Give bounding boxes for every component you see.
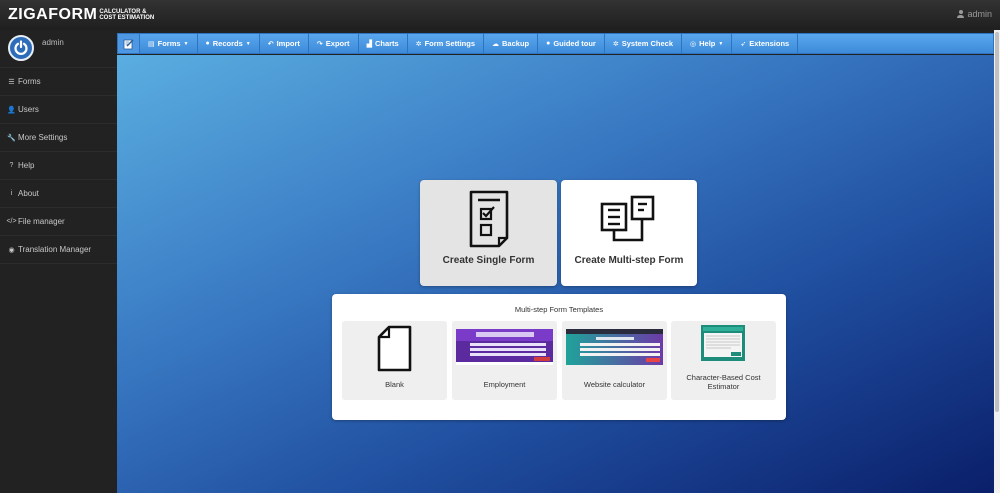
template-label: Employment (483, 380, 526, 389)
blank-document-icon (377, 325, 412, 372)
toolbar-label: Forms (157, 39, 181, 48)
sidebar-item-help[interactable]: ? Help (0, 152, 117, 180)
toolbar-export[interactable]: ↷ Export (309, 34, 359, 53)
sidebar-item-label: More Settings (18, 133, 68, 142)
sidebar-item-translation-manager[interactable]: ◉ Translation Manager (0, 236, 117, 264)
toolbar-form-settings[interactable]: ✲ Form Settings (408, 34, 485, 53)
power-icon (14, 40, 28, 55)
toolbar-records[interactable]: ● Records ▼ (198, 34, 260, 53)
sidebar-item-label: Users (18, 105, 39, 114)
toolbar-label: Records (212, 39, 243, 48)
chart-icon: ▟ (366, 40, 372, 48)
profile-name: admin (42, 38, 64, 47)
toolbar-forms[interactable]: ▤ Forms ▼ (140, 34, 198, 53)
template-blank[interactable]: Blank (342, 321, 447, 400)
wrench-icon: 🔧 (7, 134, 16, 142)
question-icon: ? (9, 162, 14, 169)
cog-icon: ✲ (612, 40, 619, 48)
template-label: Blank (385, 380, 404, 389)
create-multistep-form-card[interactable]: Create Multi-step Form (561, 180, 697, 286)
scrollbar-thumb[interactable] (995, 32, 999, 412)
toolbar-extensions[interactable]: ➶ Extensions (732, 34, 799, 53)
toolbar-guided-tour[interactable]: ● Guided tour (538, 34, 605, 53)
toolbar-label: Import (276, 39, 300, 48)
website-calculator-thumbnail (566, 329, 663, 365)
toolbar-label: System Check (621, 39, 673, 48)
main-toolbar: ▤ Forms ▼ ● Records ▼ ↶ Import ↷ Export … (117, 33, 994, 54)
edit-icon (123, 38, 134, 49)
code-icon: </> (6, 218, 17, 225)
caret-down-icon: ▼ (183, 40, 189, 47)
cost-estimator-thumbnail (701, 325, 745, 361)
sidebar-item-label: File manager (18, 217, 65, 226)
sidebar-item-label: Forms (18, 77, 41, 86)
sidebar-item-about[interactable]: i About (0, 180, 117, 208)
undo-icon: ↶ (267, 40, 274, 48)
share-icon: ↷ (316, 40, 323, 48)
sidebar-item-more-settings[interactable]: 🔧 More Settings (0, 124, 117, 152)
sidebar: admin ☰ Forms 👤 Users 🔧 More Settings ? … (0, 30, 117, 493)
card-title: Create Single Form (442, 255, 535, 266)
sidebar-item-label: Help (18, 161, 35, 170)
lifebuoy-icon: ◎ (690, 40, 697, 48)
sidebar-item-file-manager[interactable]: </> File manager (0, 208, 117, 236)
template-label: Character-Based Cost Estimator (686, 373, 761, 391)
toolbar-label: Help (699, 39, 716, 48)
template-website-calculator[interactable]: Website calculator (562, 321, 667, 400)
rocket-icon: ➶ (740, 40, 747, 48)
sidebar-profile: admin (0, 30, 117, 68)
toolbar-label: Extensions (749, 39, 790, 48)
gear-icon: ✲ (415, 40, 422, 48)
globe-icon: ◉ (8, 246, 15, 254)
template-employment[interactable]: Employment (452, 321, 557, 400)
edit-toolbar-button[interactable] (118, 34, 140, 53)
templates-heading: Multi-step Form Templates (514, 305, 604, 314)
cloud-icon: ☁ (492, 40, 500, 48)
user-icon: 👤 (7, 106, 16, 114)
create-single-form-card[interactable]: Create Single Form (420, 180, 557, 286)
toolbar-label: Form Settings (424, 39, 476, 48)
brand-logo[interactable]: ZIGAFORM CALCULATOR & COST ESTIMATION (8, 6, 154, 24)
sidebar-item-label: About (18, 189, 39, 198)
toolbar-label: Backup (502, 39, 530, 48)
toolbar-charts[interactable]: ▟ Charts (359, 34, 408, 53)
info-circle-icon: ● (205, 40, 210, 47)
caret-down-icon: ▼ (245, 40, 251, 47)
toolbar-label: Charts (374, 39, 399, 48)
multistep-templates-panel: Multi-step Form Templates Blank Employme… (332, 294, 786, 420)
multistep-form-icon (600, 195, 655, 242)
toolbar-import[interactable]: ↶ Import (260, 34, 309, 53)
sidebar-item-users[interactable]: 👤 Users (0, 96, 117, 124)
top-bar: ZIGAFORM CALCULATOR & COST ESTIMATION ad… (0, 0, 1000, 30)
template-character-based-cost-estimator[interactable]: Character-Based Cost Estimator (671, 321, 776, 400)
single-form-icon (469, 190, 508, 248)
brand-name: ZIGAFORM (8, 6, 98, 23)
sidebar-item-label: Translation Manager (18, 245, 92, 254)
caret-down-icon: ▼ (718, 40, 724, 47)
brand-subtitle-line2: COST ESTIMATION (99, 15, 155, 21)
avatar (8, 35, 34, 61)
question-circle-icon: ● (546, 40, 551, 47)
user-icon (957, 10, 965, 18)
toolbar-help[interactable]: ◎ Help ▼ (682, 34, 733, 53)
file-icon: ▤ (148, 40, 155, 48)
toolbar-system-check[interactable]: ✲ System Check (605, 34, 682, 53)
top-user-menu[interactable]: admin (957, 9, 992, 19)
toolbar-label: Export (325, 39, 350, 48)
list-icon: ☰ (8, 78, 15, 86)
card-title: Create Multi-step Form (574, 255, 684, 266)
employment-thumbnail (456, 329, 553, 365)
template-label: Website calculator (583, 380, 646, 389)
toolbar-label: Guided tour (553, 39, 596, 48)
info-icon: i (10, 190, 13, 197)
sidebar-item-forms[interactable]: ☰ Forms (0, 68, 117, 96)
brand-subtitle: CALCULATOR & COST ESTIMATION (99, 9, 154, 21)
top-user-label: admin (967, 9, 992, 19)
toolbar-backup[interactable]: ☁ Backup (484, 34, 539, 53)
